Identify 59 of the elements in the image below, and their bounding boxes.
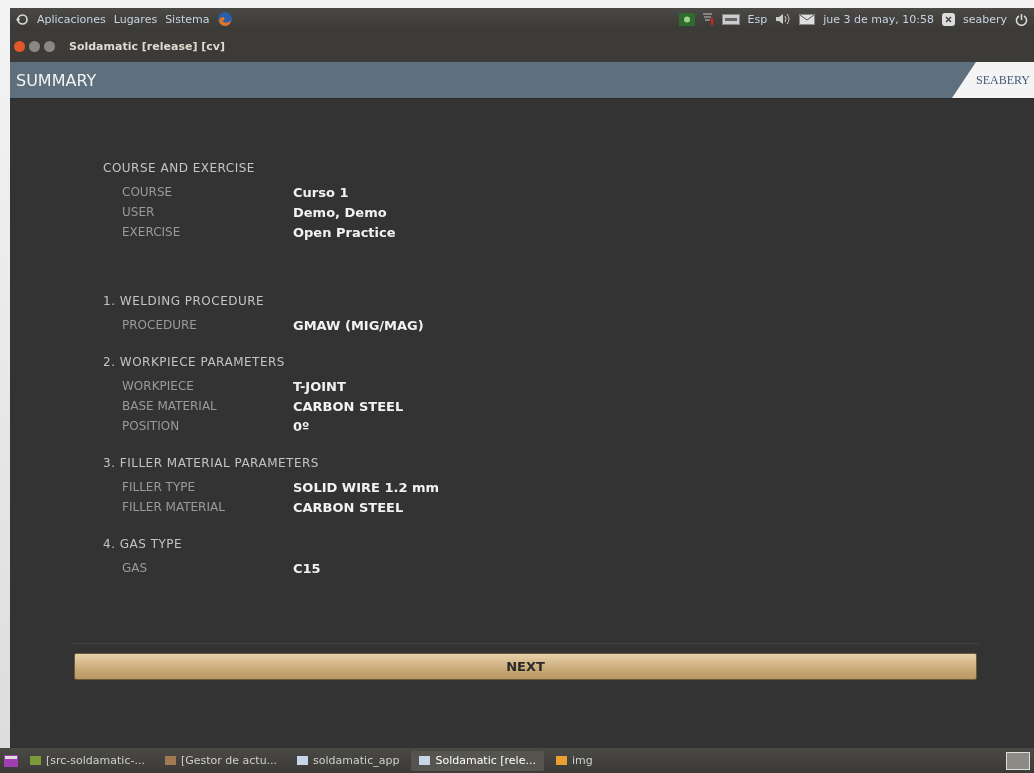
ubuntu-logo-icon[interactable] (16, 12, 29, 26)
panel-menu[interactable]: Sistema (165, 12, 210, 26)
network-icon[interactable] (678, 12, 695, 26)
taskbar-item[interactable]: img (547, 750, 601, 771)
user-status-icon[interactable] (941, 12, 955, 26)
field-label: PROCEDURE (122, 318, 198, 332)
taskbar-item[interactable]: [Gestor de actu... (156, 750, 286, 771)
field-value: C15 (293, 560, 321, 576)
window-title: Soldamatic [release] [cv] (69, 39, 225, 53)
section-heading: 1. WELDING PROCEDURE (103, 294, 266, 308)
browser-icon[interactable] (217, 11, 234, 27)
section-heading: 4. GAS TYPE (103, 537, 184, 551)
field-label: COURSE (122, 185, 174, 199)
field-value: CARBON STEEL (293, 499, 404, 515)
field-label: FILLER TYPE (122, 480, 197, 494)
keyboard-icon[interactable] (721, 13, 740, 25)
field-value: Open Practice (293, 224, 396, 240)
panel-menu[interactable]: Lugares (113, 12, 158, 26)
brand-logo: SEABERY (952, 62, 1034, 98)
app-icon (419, 756, 431, 765)
field-value: T-JOINT (293, 378, 346, 394)
app-icon (297, 756, 309, 765)
section-heading: 2. WORKPIECE PARAMETERS (103, 355, 286, 369)
section-heading: 3. FILLER MATERIAL PARAMETERS (103, 456, 320, 470)
app-icon (164, 756, 176, 765)
power-icon[interactable] (1015, 12, 1028, 26)
volume-icon[interactable] (775, 13, 792, 25)
field-label: POSITION (122, 419, 181, 433)
field-label: USER (122, 205, 156, 219)
field-value: Curso 1 (293, 184, 349, 200)
app-icon (555, 756, 567, 765)
field-label: FILLER MATERIAL (122, 500, 226, 514)
next-button[interactable]: NEXT (74, 653, 977, 680)
field-label: BASE MATERIAL (122, 399, 218, 413)
field-value: 0º (293, 418, 310, 434)
taskbar-item[interactable]: [src-soldamatic-... (22, 750, 153, 771)
field-value: CARBON STEEL (293, 398, 404, 414)
taskbar-item[interactable]: Soldamatic [rele... (411, 750, 544, 771)
page-title: SUMMARY (16, 70, 97, 90)
field-label: EXERCISE (122, 225, 182, 239)
user-name[interactable]: seabery (962, 12, 1007, 26)
field-value: SOLID WIRE 1.2 mm (293, 479, 440, 495)
field-value: Demo, Demo (293, 204, 387, 220)
section-heading: COURSE AND EXERCISE (103, 161, 256, 175)
field-label: WORKPIECE (122, 379, 195, 393)
mail-icon[interactable] (799, 13, 816, 25)
clock[interactable]: jue 3 de may, 10:58 (823, 12, 934, 26)
signal-icon[interactable] (702, 13, 714, 25)
app-icon (30, 756, 41, 765)
show-desktop-icon[interactable] (4, 754, 18, 767)
field-value: GMAW (MIG/MAG) (293, 317, 424, 333)
close-icon[interactable] (14, 40, 25, 52)
field-label: GAS (122, 561, 149, 575)
taskbar-item[interactable]: soldamatic_app (289, 750, 408, 771)
panel-menu[interactable]: Aplicaciones (37, 12, 106, 26)
maximize-icon[interactable] (44, 40, 55, 52)
workspace-switcher[interactable] (1006, 751, 1030, 770)
minimize-icon[interactable] (29, 40, 40, 52)
keyboard-layout[interactable]: Esp (747, 12, 768, 26)
